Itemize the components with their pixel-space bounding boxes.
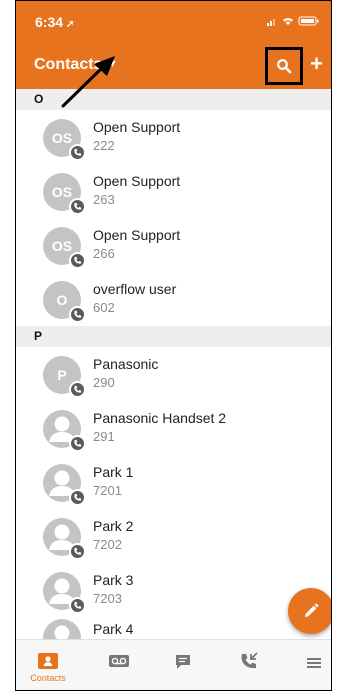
contact-row[interactable]: Park 3 7203 [16,563,331,617]
system-status-icons [267,16,319,26]
contact-extension: 291 [93,429,115,444]
avatar [43,619,81,639]
contact-name: Park 3 [93,572,134,588]
add-contact-button[interactable]: + [310,51,323,77]
avatar: P [43,356,86,398]
contact-row[interactable]: OS Open Support 263 [16,164,331,218]
contact-row[interactable]: Park 4 [16,617,331,639]
compose-button[interactable] [288,588,331,634]
contact-list[interactable]: O OS Open Support 222 OS Open Support 26… [16,89,331,639]
tab-contacts[interactable]: Contacts [30,640,66,690]
contact-name: Panasonic [93,356,159,372]
contact-name: Open Support [93,227,181,243]
phone-badge-icon [69,489,86,506]
contact-name: Park 1 [93,464,134,480]
contact-extension: 266 [93,246,115,261]
menu-tab-icon [307,658,321,668]
avatar [43,518,86,560]
tab-calls[interactable] [238,640,262,690]
avatar [43,464,86,506]
calls-tab-icon [241,652,258,669]
phone-badge-icon [69,597,86,614]
contact-row[interactable]: Panasonic Handset 2 291 [16,401,331,455]
annotation-arrow [61,56,115,108]
contact-name: Panasonic Handset 2 [93,410,227,426]
contact-row[interactable]: OS Open Support 222 [16,110,331,164]
status-bar: 6:34 ➚ [16,1,331,41]
section-header-p: P [16,326,331,347]
phone-badge-icon [69,144,86,161]
avatar: OS [43,119,86,161]
phone-badge-icon [69,252,86,269]
contact-extension: 222 [93,138,115,153]
contact-extension: 263 [93,192,115,207]
contact-extension: 602 [93,300,115,315]
person-icon [54,625,70,639]
tab-messages[interactable] [172,640,194,690]
tab-voicemail[interactable] [106,640,132,690]
status-time: 6:34 ➚ [35,14,75,30]
contact-extension: 290 [93,375,115,390]
contact-row[interactable]: Park 2 7202 [16,509,331,563]
tab-contacts-label: Contacts [30,673,66,683]
edit-icon [305,603,319,617]
phone-badge-icon [69,198,86,215]
contact-name: Open Support [93,119,181,135]
contact-name: Open Support [93,173,181,189]
search-icon [277,59,292,74]
phone-badge-icon [69,381,86,398]
phone-badge-icon [69,435,86,452]
contact-row[interactable]: P Panasonic 290 [16,347,331,401]
search-button[interactable] [265,47,303,85]
phone-screen: 6:34 ➚ Contacts ▼ + O OS Open Support 22… [15,0,332,691]
phone-badge-icon [69,543,86,560]
avatar [43,572,86,614]
contact-row[interactable]: OS Open Support 266 [16,218,331,272]
contact-row[interactable]: Park 1 7201 [16,455,331,509]
contact-name: Park 2 [93,518,134,534]
contacts-tab-icon [38,653,58,669]
contact-name: Park 4 [93,621,134,637]
avatar: O [43,281,86,323]
messages-tab-icon [176,655,190,669]
avatar [43,410,86,452]
avatar: OS [43,173,86,215]
contact-extension: 7203 [93,591,122,606]
tab-menu[interactable] [304,640,324,690]
contact-extension: 7201 [93,483,122,498]
contact-name: overflow user [93,281,177,297]
avatar: OS [43,227,86,269]
contact-extension: 7202 [93,537,122,552]
bottom-tab-bar: Contacts [16,639,331,690]
voicemail-tab-icon [109,655,129,667]
phone-badge-icon [69,306,86,323]
location-icon: ➚ [66,19,75,30]
contact-row[interactable]: O overflow user 602 [16,272,331,326]
